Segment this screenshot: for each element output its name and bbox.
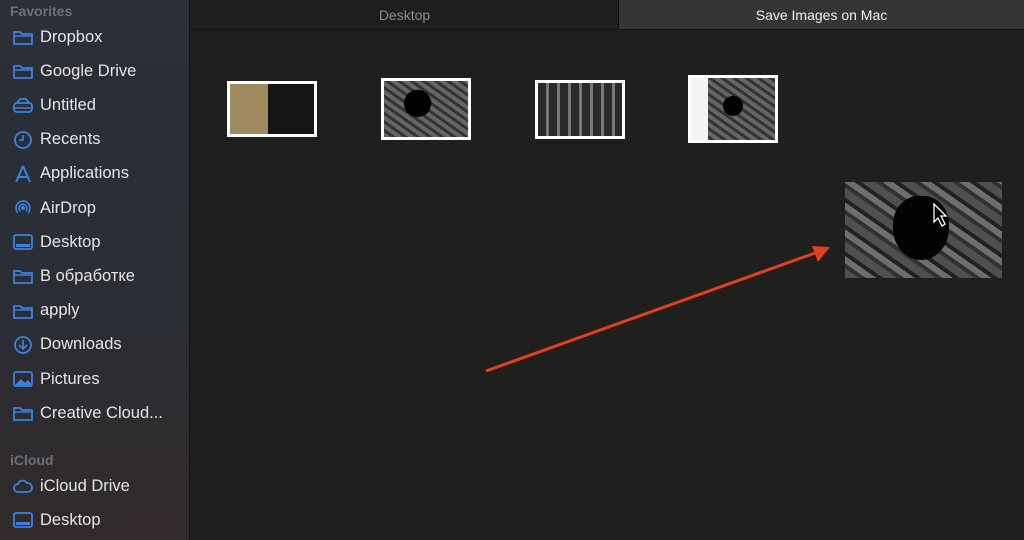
overlay: [485, 202, 948, 373]
arrow-line: [485, 251, 816, 373]
cursor-icon: [933, 202, 948, 227]
